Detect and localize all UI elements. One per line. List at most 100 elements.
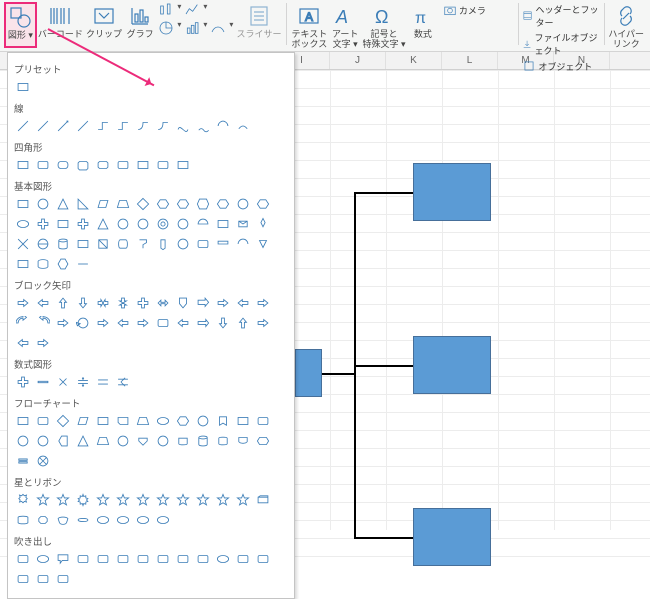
chart-pie-icon[interactable] bbox=[158, 20, 174, 36]
shape-option[interactable] bbox=[174, 235, 192, 253]
shape-option[interactable] bbox=[134, 117, 152, 135]
shape-option[interactable] bbox=[154, 511, 172, 529]
shape-option[interactable] bbox=[74, 511, 92, 529]
shape-option[interactable] bbox=[134, 491, 152, 509]
chart-bar-icon[interactable] bbox=[184, 20, 200, 36]
shape-option[interactable] bbox=[154, 550, 172, 568]
shape-option[interactable] bbox=[174, 491, 192, 509]
shape-option[interactable] bbox=[14, 334, 32, 352]
shape-option[interactable] bbox=[114, 215, 132, 233]
shape-option[interactable] bbox=[254, 314, 272, 332]
shape-option[interactable] bbox=[34, 570, 52, 588]
shape-option[interactable] bbox=[74, 294, 92, 312]
shape-option[interactable] bbox=[34, 334, 52, 352]
shape-option[interactable] bbox=[174, 215, 192, 233]
shape-option[interactable] bbox=[154, 314, 172, 332]
shape-option[interactable] bbox=[14, 373, 32, 391]
shape-option[interactable] bbox=[134, 432, 152, 450]
shape-option[interactable] bbox=[214, 294, 232, 312]
shape-option[interactable] bbox=[34, 511, 52, 529]
shape-option[interactable] bbox=[254, 294, 272, 312]
shape-option[interactable] bbox=[134, 215, 152, 233]
fileobj-button[interactable]: ファイルオブジェクト bbox=[520, 30, 601, 58]
diagram-box[interactable] bbox=[295, 349, 322, 397]
shape-option[interactable] bbox=[174, 294, 192, 312]
shapes-menu-button[interactable]: 図形 ▾ bbox=[4, 2, 37, 48]
shape-option[interactable] bbox=[34, 550, 52, 568]
shape-option[interactable] bbox=[234, 432, 252, 450]
shape-option[interactable] bbox=[34, 255, 52, 273]
shape-option[interactable] bbox=[174, 117, 192, 135]
shape-option[interactable] bbox=[54, 235, 72, 253]
shape-option[interactable] bbox=[254, 215, 272, 233]
wordart-button[interactable]: A アート 文字 ▾ bbox=[329, 2, 361, 48]
shape-option[interactable] bbox=[154, 215, 172, 233]
shape-option[interactable] bbox=[94, 156, 112, 174]
shape-option[interactable] bbox=[34, 452, 52, 470]
shape-option[interactable] bbox=[254, 412, 272, 430]
hyperlink-button[interactable]: ハイパー リンク bbox=[606, 2, 646, 48]
shape-option[interactable] bbox=[14, 432, 32, 450]
shape-option[interactable] bbox=[154, 491, 172, 509]
symbol-button[interactable]: Ω 記号と 特殊文字 ▾ bbox=[361, 2, 407, 48]
shape-option[interactable] bbox=[74, 215, 92, 233]
shape-option[interactable] bbox=[14, 156, 32, 174]
shape-option[interactable] bbox=[74, 235, 92, 253]
shape-option[interactable] bbox=[114, 195, 132, 213]
shape-option[interactable] bbox=[34, 412, 52, 430]
shape-option[interactable] bbox=[54, 491, 72, 509]
shape-option[interactable] bbox=[114, 412, 132, 430]
shape-option[interactable] bbox=[54, 195, 72, 213]
shape-option[interactable] bbox=[194, 294, 212, 312]
equation-button[interactable]: π 数式 bbox=[407, 2, 439, 48]
shape-option[interactable] bbox=[74, 373, 92, 391]
shape-option[interactable] bbox=[174, 195, 192, 213]
shape-option[interactable] bbox=[134, 195, 152, 213]
shape-option[interactable] bbox=[154, 117, 172, 135]
shape-option[interactable] bbox=[194, 491, 212, 509]
shape-option[interactable] bbox=[134, 550, 152, 568]
shape-option[interactable] bbox=[34, 373, 52, 391]
shape-option[interactable] bbox=[34, 117, 52, 135]
shape-option[interactable] bbox=[234, 491, 252, 509]
shape-option[interactable] bbox=[54, 570, 72, 588]
chart-candle-icon[interactable] bbox=[158, 2, 174, 18]
shape-option[interactable] bbox=[94, 550, 112, 568]
shape-option[interactable] bbox=[54, 117, 72, 135]
diagram-box[interactable] bbox=[413, 508, 491, 566]
shape-option[interactable] bbox=[154, 432, 172, 450]
shape-option[interactable] bbox=[214, 195, 232, 213]
shape-option[interactable] bbox=[14, 491, 32, 509]
shape-option[interactable] bbox=[14, 235, 32, 253]
shape-option[interactable] bbox=[54, 550, 72, 568]
shape-option[interactable] bbox=[54, 294, 72, 312]
shape-option[interactable] bbox=[54, 412, 72, 430]
shape-option[interactable] bbox=[94, 491, 112, 509]
shape-option[interactable] bbox=[114, 373, 132, 391]
shape-option[interactable] bbox=[134, 156, 152, 174]
shape-option[interactable] bbox=[54, 432, 72, 450]
shape-option[interactable] bbox=[234, 235, 252, 253]
shape-option[interactable] bbox=[214, 550, 232, 568]
shape-option[interactable] bbox=[34, 294, 52, 312]
shape-option[interactable] bbox=[54, 156, 72, 174]
chart-misc-icon[interactable] bbox=[210, 20, 226, 36]
shape-option[interactable] bbox=[54, 511, 72, 529]
object-button[interactable]: オブジェクト bbox=[520, 58, 601, 74]
shape-option[interactable] bbox=[94, 314, 112, 332]
shape-option[interactable] bbox=[174, 156, 192, 174]
barcode-button[interactable]: バーコード bbox=[37, 2, 84, 48]
shape-option[interactable] bbox=[254, 195, 272, 213]
shape-option[interactable] bbox=[94, 373, 112, 391]
diagram-box[interactable] bbox=[413, 163, 491, 221]
shape-option[interactable] bbox=[14, 550, 32, 568]
shape-option[interactable] bbox=[34, 491, 52, 509]
shape-option[interactable] bbox=[54, 314, 72, 332]
headerfooter-button[interactable]: ヘッダーとフッター bbox=[520, 2, 601, 30]
shape-option[interactable] bbox=[254, 432, 272, 450]
shape-option[interactable] bbox=[214, 235, 232, 253]
shape-option[interactable] bbox=[194, 432, 212, 450]
shape-option[interactable] bbox=[214, 432, 232, 450]
shape-option[interactable] bbox=[114, 117, 132, 135]
shape-option[interactable] bbox=[114, 314, 132, 332]
